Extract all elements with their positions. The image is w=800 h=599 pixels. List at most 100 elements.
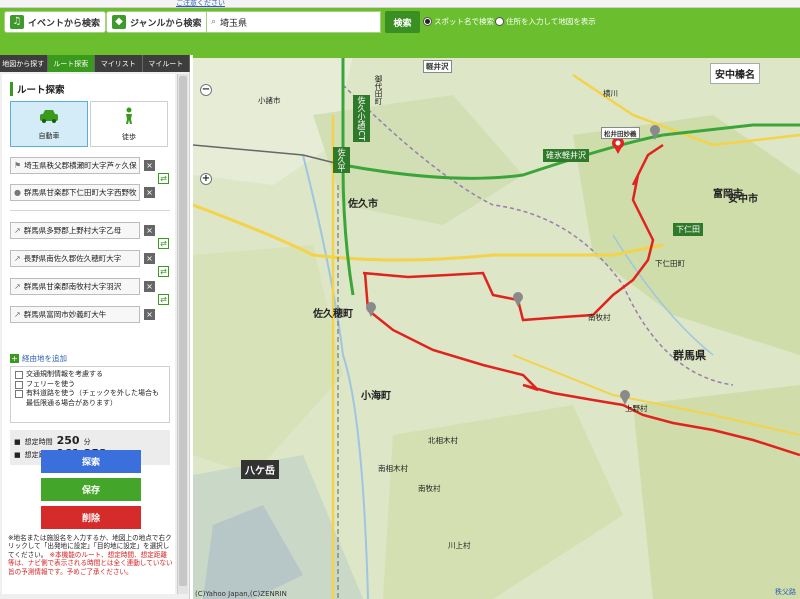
swap-icon[interactable]: ⇄	[158, 294, 169, 305]
option-traffic[interactable]: 交通規制情報を考慮する	[15, 370, 165, 380]
map-label-tomioka: 富岡市	[713, 189, 743, 200]
map-label-miyota: 御代田町	[374, 75, 383, 105]
mode-car-label: 自動車	[38, 131, 60, 140]
radio-address-label: 住所を入力して地図を表示	[506, 17, 596, 26]
search-value: 埼玉県	[220, 18, 248, 29]
search-icon: ⌕	[211, 17, 217, 27]
via-field[interactable]: ↗ 群馬県多野郡上野村大字乙母	[10, 222, 140, 239]
usage-note: ※地名または施設名を入力するか、地図上の地点で右クリックして「出発地に設定」「目…	[8, 534, 173, 576]
add-via-label: 経由地を追加	[22, 354, 67, 363]
arrow-icon: ↗	[14, 226, 21, 235]
map-label-kawakami: 川上村	[448, 541, 471, 550]
swap-icon[interactable]: ⇄	[158, 238, 169, 249]
plus-icon: +	[10, 354, 19, 363]
swap-icon[interactable]: ⇄	[158, 173, 169, 184]
options-box: 交通規制情報を考慮する フェリーを使う 有料道路を使う（チェックを外した場合も最…	[10, 366, 170, 423]
notice-link[interactable]: ご注意ください	[176, 0, 225, 8]
clear-via-button[interactable]: ×	[144, 281, 155, 292]
radio-dot-icon	[423, 17, 432, 26]
clear-goal-button[interactable]: ×	[144, 187, 155, 198]
tab-route-search[interactable]: ルート探索	[47, 55, 95, 72]
radio-dot-icon	[495, 17, 504, 26]
map-label-sakuho: 佐久穂町	[313, 309, 353, 320]
arrow-icon: ↗	[14, 282, 21, 291]
tab-map-search[interactable]: 地図から探す	[0, 55, 48, 72]
option-label: 交通規制情報を考慮する	[26, 370, 103, 378]
map-label-karuizawa: 軽井沢	[423, 60, 452, 73]
tab-my-route[interactable]: マイルート	[143, 55, 190, 72]
event-search-button[interactable]: ♫ イベントから検索	[4, 11, 107, 33]
route-title: ルート探索	[10, 82, 65, 96]
map-label-minamimaki: 南牧村	[418, 484, 441, 493]
mode-walk-button[interactable]: 徒歩	[90, 101, 168, 147]
time-row: ■ 想定時間 250 分	[14, 434, 166, 447]
map-label-gunma: 群馬県	[673, 349, 706, 362]
via-value: 群馬県富岡市妙義町大牛	[23, 310, 107, 319]
tab-my-list[interactable]: マイリスト	[95, 55, 143, 72]
search-route-button[interactable]: 探索	[41, 450, 141, 473]
goal-field[interactable]: ● 群馬県甘楽郡下仁田町大字西野牧	[10, 184, 140, 201]
map-label-minamiaiki: 南相木村	[378, 464, 408, 473]
map-label-koumi: 小海町	[361, 391, 391, 402]
via-field[interactable]: ↗ 群馬県富岡市妙義町大牛	[10, 306, 140, 323]
goal-value: 群馬県甘楽郡下仁田町大字西野牧	[23, 188, 137, 197]
top-bar: ご注意ください ♫ イベントから検索 ◆ ジャンルから検索 ⌕ 埼玉県 検索 ス…	[0, 0, 800, 55]
route-panel: ルート探索 自動車 徒歩 ⚑ 埼玉県秩父郡横瀬町大字芦ヶ久保 × ● 群馬県甘楽…	[2, 74, 175, 594]
zoom-in-button[interactable]: +	[200, 173, 212, 185]
option-toll[interactable]: 有料道路を使う（チェックを外した場合も最低限通る場合があります）	[15, 389, 165, 408]
map-label-shimonita: 下仁田町	[655, 259, 685, 268]
time-label: 想定時間	[24, 438, 53, 446]
search-button[interactable]: 検索	[385, 11, 420, 33]
map-label-nanmoku: 南牧村	[588, 313, 611, 322]
time-unit: 分	[83, 438, 91, 446]
bullet-icon: ■	[14, 438, 21, 446]
map-label-yatsugatake: 八ケ岳	[241, 460, 279, 479]
radio-spot-search[interactable]: スポット名で検索	[423, 16, 494, 27]
map-label-jct: 佐久小諸JCT	[353, 95, 370, 142]
bullet-icon: ■	[14, 451, 21, 459]
tag-icon: ◆	[112, 15, 126, 29]
radio-spot-label: スポット名で検索	[434, 17, 494, 26]
zoom-out-button[interactable]: −	[200, 84, 212, 96]
arrow-icon: ↗	[14, 310, 21, 319]
swap-icon[interactable]: ⇄	[158, 266, 169, 277]
sidebar-scrollbar[interactable]	[177, 74, 188, 594]
mode-car-button[interactable]: 自動車	[10, 101, 88, 147]
via-value: 群馬県甘楽郡南牧村大字羽沢	[23, 282, 122, 291]
via-field[interactable]: ↗ 群馬県甘楽郡南牧村大字羽沢	[10, 278, 140, 295]
flag-icon: ⚑	[14, 161, 22, 170]
event-search-label: イベントから検索	[28, 18, 101, 29]
car-icon	[38, 108, 60, 128]
scrollbar-thumb[interactable]	[179, 76, 187, 586]
map-canvas	[193, 55, 800, 599]
clear-via-button[interactable]: ×	[144, 225, 155, 236]
map-label-usui: 碓氷軽井沢	[543, 149, 589, 162]
map-label-komoro: 小諸市	[258, 96, 281, 105]
start-field[interactable]: ⚑ 埼玉県秩父郡横瀬町大字芦ヶ久保	[10, 157, 140, 174]
add-via-link[interactable]: + 経由地を追加	[10, 353, 67, 364]
genre-search-button[interactable]: ◆ ジャンルから検索	[106, 11, 208, 33]
option-ferry[interactable]: フェリーを使う	[15, 380, 165, 390]
map-area[interactable]: − + 軽井沢 安中榛名 安中市 横川 碓氷軽井沢 佐久小諸JCT 佐久平 小諸…	[193, 55, 800, 599]
clear-start-button[interactable]: ×	[144, 160, 155, 171]
save-route-button[interactable]: 保存	[41, 478, 141, 501]
via-value: 長野県南佐久郡佐久穂町大字	[23, 254, 122, 263]
map-label-annaka-haruna: 安中榛名	[710, 63, 760, 84]
checkbox-icon	[15, 390, 23, 398]
clear-via-button[interactable]: ×	[144, 253, 155, 264]
walker-icon	[122, 107, 136, 129]
checkbox-icon	[15, 380, 23, 389]
via-field[interactable]: ↗ 長野県南佐久郡佐久穂町大字	[10, 250, 140, 267]
map-label-saku: 佐久市	[348, 199, 378, 210]
music-note-icon: ♫	[10, 15, 24, 29]
radio-address-search[interactable]: 住所を入力して地図を表示	[495, 16, 596, 27]
arrow-icon: ↗	[14, 254, 21, 263]
clear-via-button[interactable]: ×	[144, 309, 155, 320]
map-label-myogi: 松井田妙義	[601, 127, 640, 139]
map-copyright: (C)Yahoo Japan,(C)ZENRIN	[195, 590, 287, 598]
search-input[interactable]: ⌕ 埼玉県	[206, 11, 381, 33]
delete-route-button[interactable]: 削除	[41, 506, 141, 529]
map-label-kitaaiki: 北相木村	[428, 436, 458, 445]
map-label-yokokawa: 横川	[603, 89, 618, 98]
sidebar: 地図から探す ルート探索 マイリスト マイルート ルート探索 自動車 徒歩 ⚑ …	[0, 55, 190, 599]
